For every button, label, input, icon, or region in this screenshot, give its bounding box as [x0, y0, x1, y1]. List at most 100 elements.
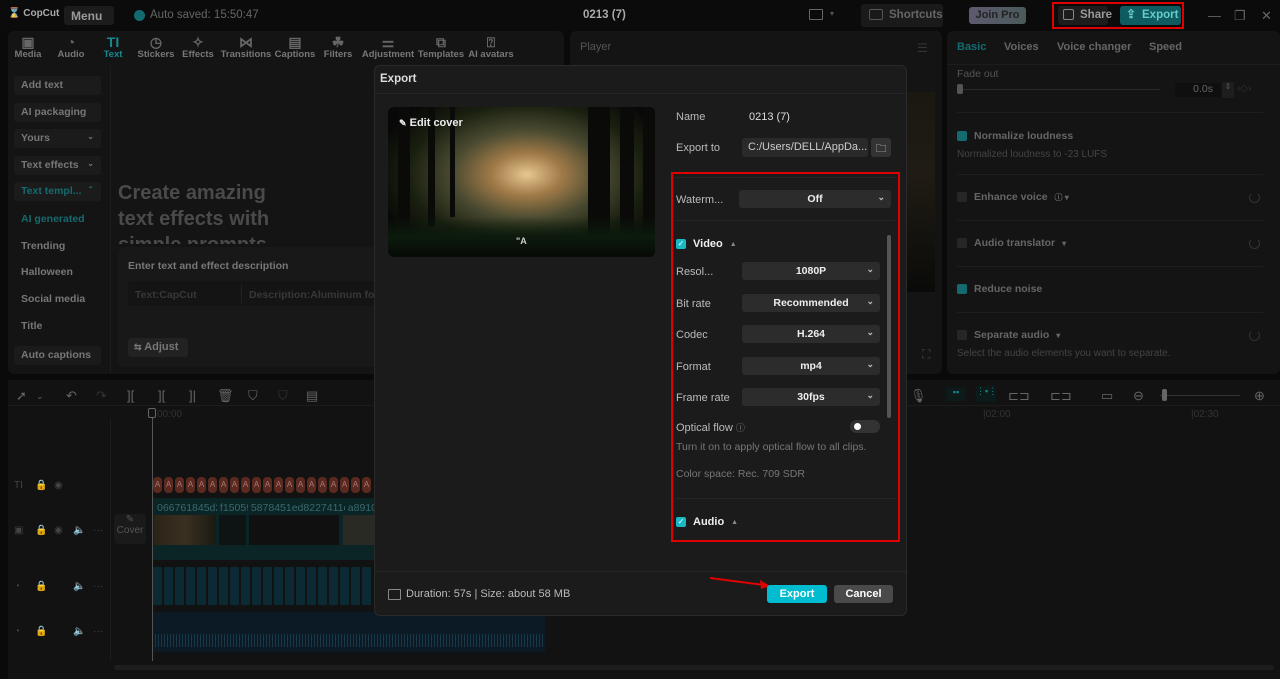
text-input[interactable]: Text:CapCut — [135, 289, 197, 301]
link-icon[interactable]: ⊏⊐ — [1008, 388, 1030, 404]
lock-icon[interactable]: 🔒 — [35, 626, 47, 637]
microphone-icon[interactable]: 🎙 — [910, 388, 927, 404]
audio-clip[interactable] — [230, 567, 239, 605]
playhead-handle[interactable] — [148, 408, 156, 418]
clip-label[interactable]: 066761845d2 — [157, 502, 217, 514]
reset-icon[interactable] — [1249, 238, 1260, 249]
tool-ai-avatars[interactable]: ⍰ AI avatars — [461, 34, 521, 60]
text-clip[interactable]: A — [230, 477, 239, 493]
cancel-button[interactable]: Cancel — [834, 585, 893, 603]
resolution-select[interactable]: 1080P ⌄ — [742, 262, 880, 280]
redo-icon[interactable]: ↷ — [96, 388, 107, 404]
sidebar-add-text[interactable]: Add text — [14, 76, 101, 95]
cover-button[interactable]: ✎ Cover — [114, 514, 146, 544]
lock-icon[interactable]: 🔒 — [35, 480, 47, 491]
optical-flow-toggle[interactable] — [850, 420, 880, 433]
join-pro-button[interactable]: Join Pro — [969, 7, 1026, 24]
audio-clip[interactable] — [285, 567, 294, 605]
audio-clip[interactable] — [274, 567, 283, 605]
separate-checkbox[interactable] — [957, 330, 967, 340]
edit-cover-button[interactable]: ✎ Edit cover — [399, 117, 463, 129]
timeline-scrollbar[interactable] — [114, 665, 1274, 670]
zoom-fit-icon[interactable]: ▭ — [1101, 388, 1113, 404]
audio-clip[interactable] — [296, 567, 305, 605]
export-button[interactable]: Export — [767, 585, 827, 603]
audio-section-header[interactable]: ✓ Audio ▲ — [676, 516, 738, 528]
reset-icon[interactable] — [1249, 192, 1260, 203]
export-path-input[interactable]: C:/Users/DELL/AppDa... — [742, 138, 868, 157]
lock-icon[interactable]: 🔒 — [35, 525, 47, 536]
clip-label[interactable]: a8910 — [348, 502, 375, 514]
format-select[interactable]: mp4 ⌄ — [742, 357, 880, 375]
fade-out-input[interactable]: 0.0s — [1175, 83, 1221, 97]
volume-icon[interactable]: 🔈 — [73, 626, 85, 637]
eye-icon[interactable]: ◉ — [54, 525, 63, 536]
sidebar-ai-generated[interactable]: AI generated — [21, 213, 85, 225]
audio-clip[interactable] — [340, 567, 349, 605]
eye-icon[interactable]: ◉ — [54, 480, 63, 491]
text-clip[interactable]: A — [252, 477, 261, 493]
audio-clip[interactable] — [153, 567, 162, 605]
audio-clip[interactable] — [329, 567, 338, 605]
enhance-checkbox[interactable] — [957, 192, 967, 202]
sidebar-social-media[interactable]: Social media — [21, 293, 85, 305]
text-clip[interactable]: A — [351, 477, 360, 493]
framerate-select[interactable]: 30fps ⌄ — [742, 388, 880, 406]
sidebar-text-templates[interactable]: Text templ... ⌃ — [14, 182, 101, 201]
shortcuts-button[interactable]: Shortcuts — [861, 4, 943, 27]
sidebar-auto-captions[interactable]: Auto captions — [14, 346, 101, 365]
select-tool-icon[interactable]: ➚ — [16, 388, 27, 404]
audio-clip[interactable] — [241, 567, 250, 605]
settings-scrollbar[interactable] — [887, 235, 891, 418]
sidebar-text-effects[interactable]: Text effects ⌄ — [14, 156, 101, 175]
caption-edit-icon[interactable]: ▤ — [306, 388, 318, 404]
separate-audio[interactable]: Separate audio ▾ — [957, 329, 1060, 341]
text-clip[interactable]: A — [197, 477, 206, 493]
normalize-loudness[interactable]: Normalize loudness — [957, 130, 1073, 142]
mark-icon[interactable]: ⛉ — [278, 388, 288, 404]
reset-icon[interactable] — [1249, 330, 1260, 341]
more-icon[interactable]: ··· — [93, 581, 103, 592]
trim-right-icon[interactable]: ]| — [189, 388, 196, 403]
stepper-icon[interactable]: ⇕ — [1222, 82, 1234, 98]
watermark-select[interactable]: Off ⌄ — [739, 190, 891, 208]
normalize-checkbox[interactable] — [957, 131, 967, 141]
volume-icon[interactable]: 🔈 — [73, 581, 85, 592]
fade-out-slider[interactable] — [957, 84, 963, 94]
audio-clip[interactable] — [208, 567, 217, 605]
audio-clip[interactable] — [219, 567, 228, 605]
text-clip[interactable]: A — [219, 477, 228, 493]
tab-voices[interactable]: Voices — [1004, 41, 1039, 53]
text-clip[interactable]: A — [285, 477, 294, 493]
text-clip[interactable]: A — [186, 477, 195, 493]
tool-adjustment[interactable]: ⚌ Adjustment — [358, 34, 418, 60]
player-menu-icon[interactable]: ☰ — [917, 41, 928, 55]
preview-axis-icon[interactable]: ⊏⊐ — [1050, 388, 1072, 404]
bitrate-select[interactable]: Recommended ⌄ — [742, 294, 880, 312]
text-clip[interactable]: A — [208, 477, 217, 493]
video-checkbox[interactable]: ✓ — [676, 239, 686, 249]
text-clip[interactable]: A — [340, 477, 349, 493]
volume-icon[interactable]: 🔈 — [73, 525, 85, 536]
keyframe-icon[interactable]: ‹◇› — [1237, 83, 1251, 94]
layout-chevron-icon[interactable]: ▾ — [830, 9, 834, 18]
text-clip[interactable]: A — [362, 477, 371, 493]
audio-clip[interactable] — [164, 567, 173, 605]
audio-clip[interactable] — [263, 567, 272, 605]
more-icon[interactable]: ··· — [93, 626, 103, 637]
sidebar-trending[interactable]: Trending — [21, 240, 65, 252]
text-clip[interactable]: A — [175, 477, 184, 493]
enhance-voice[interactable]: Enhance voice ⓘ ▾ — [957, 191, 1069, 203]
text-clip[interactable]: A — [153, 477, 162, 493]
codec-select[interactable]: H.264 ⌄ — [742, 325, 880, 343]
audio-clip[interactable] — [197, 567, 206, 605]
text-clip[interactable]: A — [329, 477, 338, 493]
text-clip[interactable]: A — [164, 477, 173, 493]
text-clip[interactable]: A — [307, 477, 316, 493]
magnet-icon[interactable]: ▪▪ — [946, 387, 966, 401]
split-icon[interactable]: ][ — [127, 388, 134, 403]
sidebar-halloween[interactable]: Halloween — [21, 266, 73, 278]
reduce-noise-checkbox[interactable] — [957, 284, 967, 294]
minimize-button[interactable]: — — [1208, 8, 1221, 23]
text-clip[interactable]: A — [263, 477, 272, 493]
